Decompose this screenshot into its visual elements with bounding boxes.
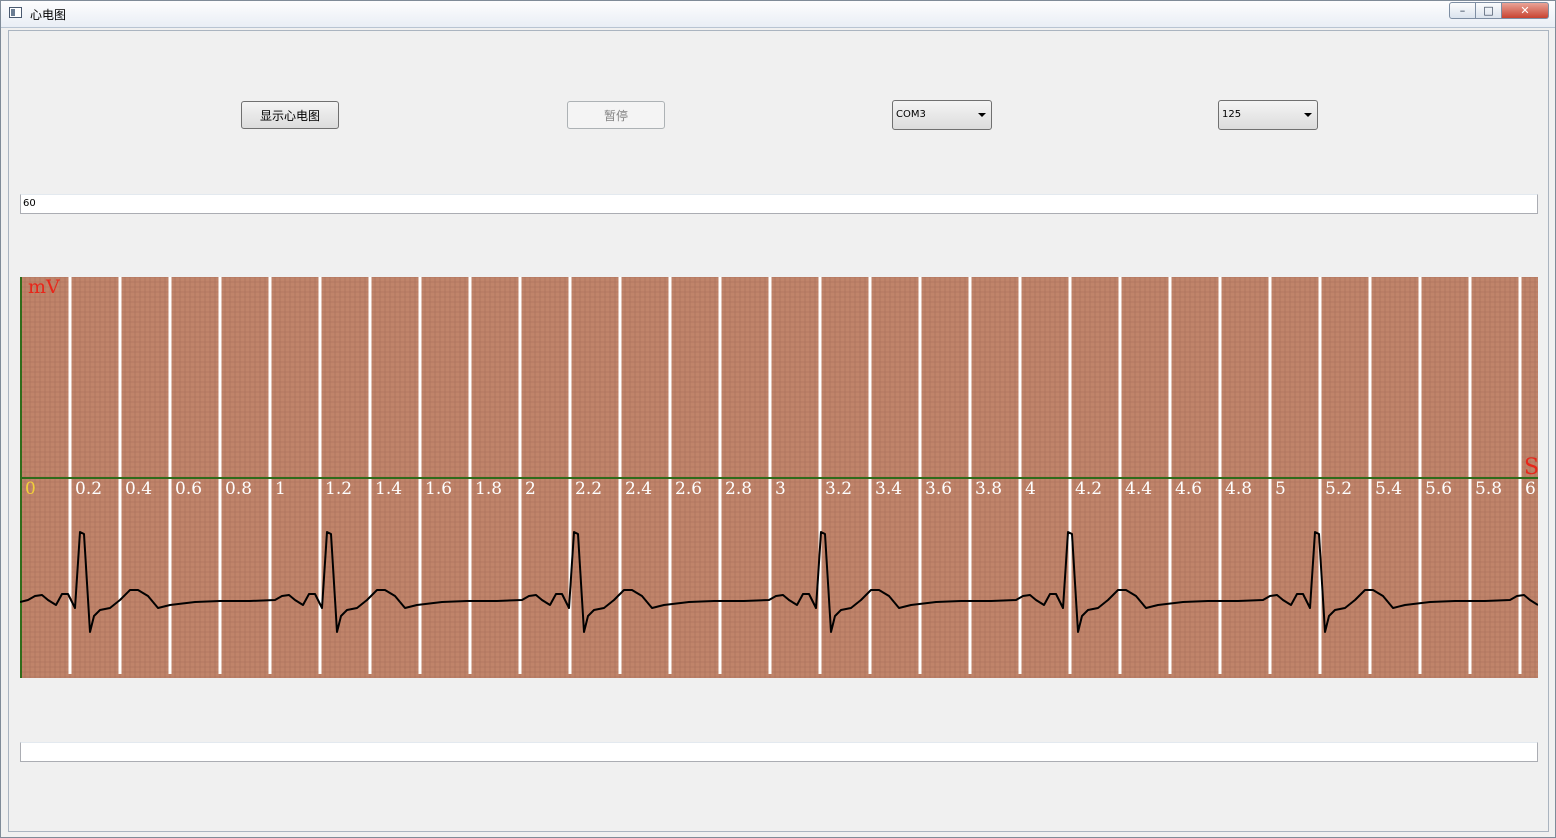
ecg-x-tick-label: 5.4 xyxy=(1375,479,1402,499)
ecg-x-tick-label: 1.6 xyxy=(425,479,452,499)
ecg-x-tick-label: 3 xyxy=(775,479,786,499)
ecg-x-tick-label: 5 xyxy=(1275,479,1286,499)
ecg-x-tick-label: 0.2 xyxy=(75,479,102,499)
ecg-x-tick-label: 1 xyxy=(275,479,286,499)
ecg-x-tick-label: 4 xyxy=(1025,479,1036,499)
pause-button[interactable]: 暂停 xyxy=(567,101,665,129)
ecg-x-tick-label: 1.2 xyxy=(325,479,352,499)
ecg-x-tick-label: 3.6 xyxy=(925,479,952,499)
ecg-y-unit-label: mV xyxy=(28,277,60,298)
ecg-x-tick-label: 0.4 xyxy=(125,479,152,499)
ecg-x-tick-label: 1.8 xyxy=(475,479,502,499)
serial-port-select[interactable]: COM3 xyxy=(892,100,992,130)
ecg-x-tick-label: 0.6 xyxy=(175,479,202,499)
bottom-text-field[interactable] xyxy=(20,742,1538,762)
close-button[interactable]: ✕ xyxy=(1502,2,1549,19)
chevron-down-icon xyxy=(1304,113,1312,117)
heart-rate-field[interactable]: 60 xyxy=(20,194,1538,214)
ecg-x-tick-label: 3.8 xyxy=(975,479,1002,499)
ecg-x-tick-label: 5.6 xyxy=(1425,479,1452,499)
ecg-x-tick-label: 2.4 xyxy=(625,479,652,499)
ecg-x-tick-label: 6 xyxy=(1525,479,1536,499)
serial-port-value: COM3 xyxy=(896,109,926,120)
ecg-x-tick-label: 0 xyxy=(25,479,36,499)
show-ecg-button[interactable]: 显示心电图 xyxy=(241,101,339,129)
ecg-x-tick-label: 0.8 xyxy=(225,479,252,499)
ecg-x-tick-label: 5.2 xyxy=(1325,479,1352,499)
ecg-x-tick-label: 4.6 xyxy=(1175,479,1202,499)
window-controls: – □ ✕ xyxy=(1449,2,1549,20)
app-window: 心电图 – □ ✕ 显示心电图 暂停 COM3 125 60 0 0.2 0.4 0.… xyxy=(0,0,1556,838)
maximize-button[interactable]: □ xyxy=(1476,2,1502,19)
ecg-x-tick-label: 2.8 xyxy=(725,479,752,499)
ecg-x-unit-label: S xyxy=(1524,455,1538,480)
rate-value: 125 xyxy=(1222,109,1242,120)
ecg-x-tick-label: 4.8 xyxy=(1225,479,1252,499)
ecg-x-tick-label: 4.4 xyxy=(1125,479,1152,499)
ecg-x-tick-label: 5.8 xyxy=(1475,479,1502,499)
ecg-x-tick-label: 2.2 xyxy=(575,479,602,499)
title-bar[interactable]: 心电图 – □ ✕ xyxy=(1,1,1555,28)
chevron-down-icon xyxy=(978,113,986,117)
rate-select[interactable]: 125 xyxy=(1218,100,1318,130)
app-window-icon xyxy=(9,7,22,18)
ecg-x-tick-label: 3.4 xyxy=(875,479,902,499)
minimize-button[interactable]: – xyxy=(1449,2,1476,19)
ecg-x-tick-label: 3.2 xyxy=(825,479,852,499)
ecg-x-tick-label: 2 xyxy=(525,479,536,499)
window-title: 心电图 xyxy=(30,8,67,22)
ecg-x-tick-label: 4.2 xyxy=(1075,479,1102,499)
ecg-x-tick-label: 2.6 xyxy=(675,479,702,499)
ecg-x-tick-label: 1.4 xyxy=(375,479,402,499)
ecg-chart: 0 0.2 0.4 0.6 0.8 1 1.2 1.4 1.6 1.8 2 2.2 2.4 2.6 2.8 3… xyxy=(20,277,1538,678)
